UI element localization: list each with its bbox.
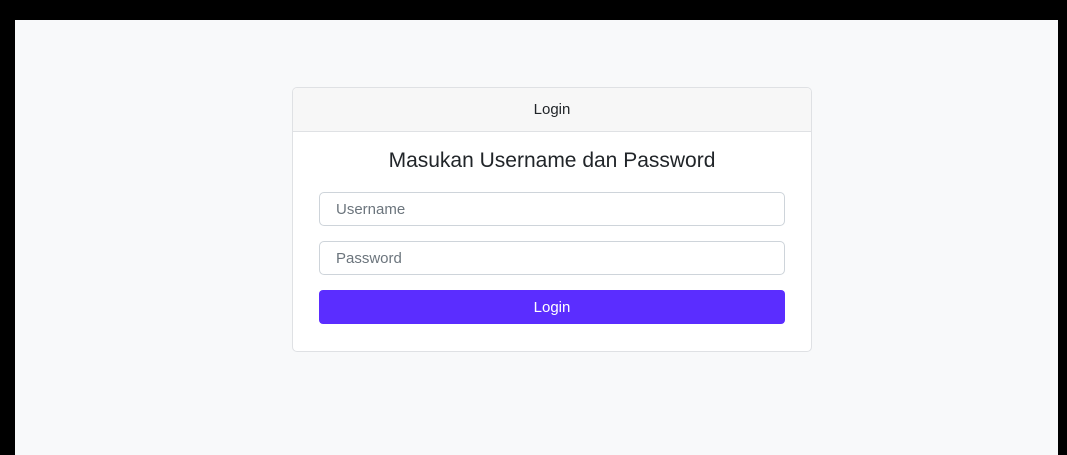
login-card-title: Masukan Username dan Password: [388, 149, 716, 172]
login-card-header: Login: [293, 88, 811, 132]
page-viewport: Login Masukan Username dan Password Logi…: [15, 20, 1058, 455]
login-card-body: Masukan Username dan Password Login: [293, 148, 811, 324]
login-button[interactable]: Login: [319, 290, 785, 324]
username-input[interactable]: [319, 192, 785, 226]
login-card: Login Masukan Username dan Password Logi…: [292, 87, 812, 352]
login-form: Login: [319, 192, 785, 324]
password-input[interactable]: [319, 241, 785, 275]
